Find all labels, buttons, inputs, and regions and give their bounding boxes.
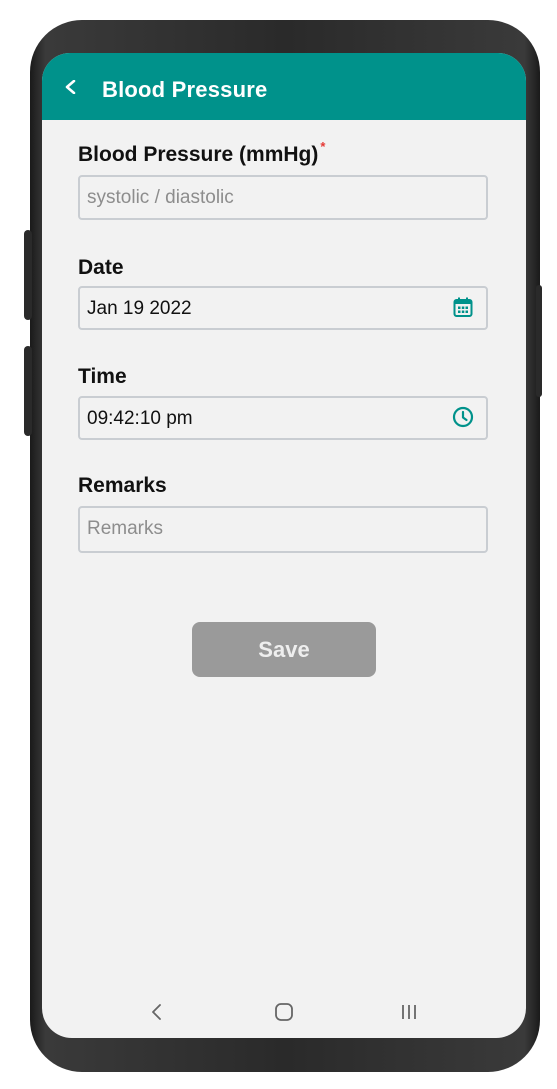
required-marker: * [320, 139, 326, 154]
back-arrow-icon[interactable] [64, 80, 78, 94]
nav-home-icon[interactable] [269, 997, 299, 1027]
volume-down-button [24, 346, 32, 436]
blood-pressure-placeholder: systolic / diastolic [87, 187, 234, 208]
nav-recents-icon[interactable] [394, 997, 424, 1027]
remarks-input[interactable]: Remarks [78, 506, 488, 553]
blood-pressure-label: Blood Pressure (mmHg) * [78, 139, 325, 167]
blood-pressure-label-text: Blood Pressure (mmHg) [78, 143, 319, 166]
system-nav-bar [42, 991, 526, 1038]
power-button [536, 285, 542, 397]
clock-icon[interactable] [452, 406, 474, 428]
app-bar: Blood Pressure [42, 53, 526, 120]
date-value: Jan 19 2022 [87, 298, 192, 319]
date-label: Date [78, 256, 124, 279]
remarks-placeholder: Remarks [87, 518, 164, 539]
nav-back-icon[interactable] [142, 997, 172, 1027]
volume-up-button [24, 230, 32, 320]
date-field[interactable]: Jan 19 2022 [78, 286, 488, 330]
save-button[interactable]: Save [192, 622, 376, 677]
time-value: 09:42:10 pm [87, 408, 193, 429]
time-field[interactable]: 09:42:10 pm [78, 396, 488, 440]
blood-pressure-input[interactable]: systolic / diastolic [78, 175, 488, 220]
page-title: Blood Pressure [102, 77, 268, 102]
remarks-label: Remarks [78, 474, 167, 497]
time-label: Time [78, 365, 127, 388]
calendar-icon[interactable] [452, 296, 474, 318]
screen: Blood Pressure Blood Pressure (mmHg) * sy… [42, 53, 526, 1038]
